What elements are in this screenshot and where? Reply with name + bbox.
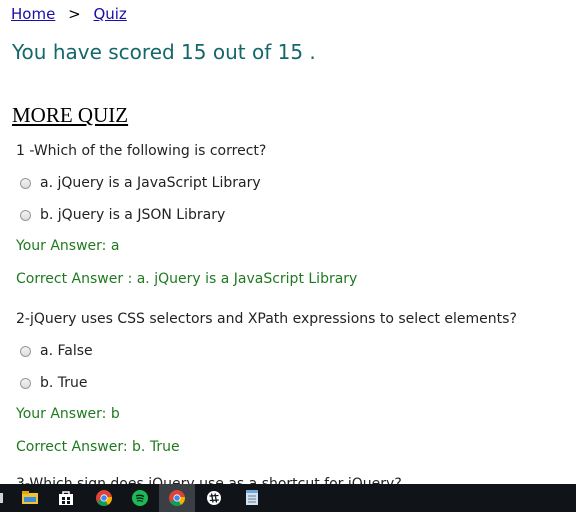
start-button-edge[interactable] <box>0 493 3 503</box>
option-label: a. jQuery is a JavaScript Library <box>40 175 261 191</box>
question-1-text: 1 -Which of the following is correct? <box>16 143 267 159</box>
score-text: You have scored 15 out of 15 . <box>12 40 316 64</box>
question-2-your-answer: Your Answer: b <box>16 406 120 422</box>
notepad-icon[interactable] <box>234 484 270 512</box>
taskbar <box>0 484 576 512</box>
question-1-option-b[interactable]: b. jQuery is a JSON Library <box>20 207 225 223</box>
option-label: a. False <box>40 343 93 359</box>
radio-button[interactable] <box>20 345 31 357</box>
chrome-icon[interactable] <box>159 484 195 512</box>
file-explorer-icon[interactable] <box>12 484 48 512</box>
question-1-correct-answer: Correct Answer : a. jQuery is a JavaScri… <box>16 271 358 287</box>
quiz-page: Home > Quiz You have scored 15 out of 15… <box>0 0 576 484</box>
question-1-option-a[interactable]: a. jQuery is a JavaScript Library <box>20 175 261 191</box>
option-label: b. jQuery is a JSON Library <box>40 207 226 223</box>
question-2-correct-answer: Correct Answer: b. True <box>16 439 180 455</box>
question-1-your-answer: Your Answer: a <box>16 238 120 254</box>
store-icon[interactable] <box>48 484 84 512</box>
breadcrumb-separator: > <box>68 5 81 23</box>
breadcrumb-quiz-link[interactable]: Quiz <box>93 5 126 23</box>
question-2-option-a[interactable]: a. False <box>20 343 93 359</box>
more-quiz-heading: MORE QUIZ <box>12 103 129 127</box>
option-label: b. True <box>40 375 88 391</box>
breadcrumb: Home > Quiz <box>11 5 127 23</box>
slack-icon[interactable] <box>196 484 232 512</box>
radio-button[interactable] <box>20 177 31 189</box>
question-3-text: 3-Which sign does jQuery use as a shortc… <box>16 476 402 484</box>
question-2-text: 2-jQuery uses CSS selectors and XPath ex… <box>16 311 517 327</box>
chrome-icon[interactable] <box>86 484 122 512</box>
question-2-option-b[interactable]: b. True <box>20 375 88 391</box>
spotify-icon[interactable] <box>122 484 158 512</box>
radio-button[interactable] <box>20 377 31 389</box>
radio-button[interactable] <box>20 209 31 221</box>
breadcrumb-home-link[interactable]: Home <box>11 5 55 23</box>
